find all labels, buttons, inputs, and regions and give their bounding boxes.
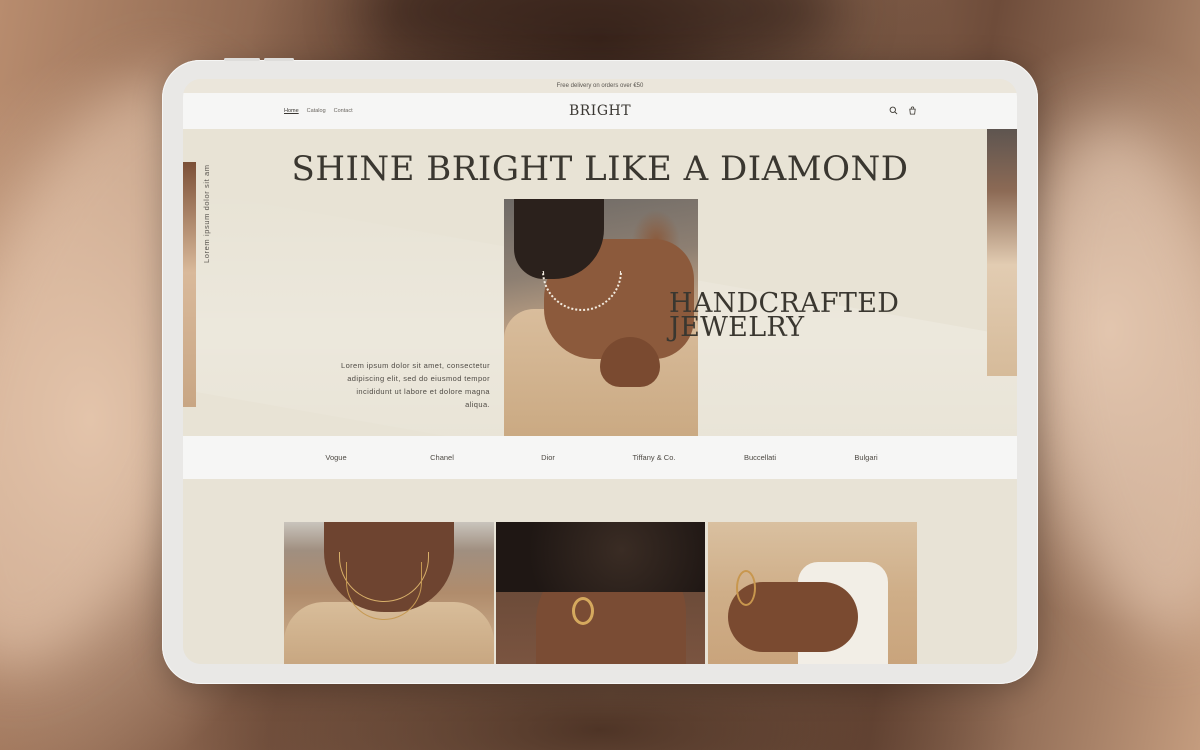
brand-strip: Vogue Chanel Dior Tiffany & Co. Buccella… xyxy=(183,436,1017,479)
announcement-bar: Free delivery on orders over €50 xyxy=(183,79,1017,93)
brand-tiffany[interactable]: Tiffany & Co. xyxy=(633,436,676,479)
gallery-image-rings[interactable] xyxy=(708,522,917,664)
cart-icon[interactable] xyxy=(908,106,917,115)
brand-vogue[interactable]: Vogue xyxy=(325,436,346,479)
gallery-image-necklaces[interactable] xyxy=(284,522,494,664)
product-gallery xyxy=(183,479,1017,664)
brand-chanel[interactable]: Chanel xyxy=(430,436,454,479)
brand-buccellati[interactable]: Buccellati xyxy=(744,436,776,479)
hero-left-photo xyxy=(183,162,196,407)
gallery-image-earrings[interactable] xyxy=(496,522,705,664)
search-icon[interactable] xyxy=(889,106,898,115)
tablet-button xyxy=(264,58,294,61)
brand-bulgari[interactable]: Bulgari xyxy=(854,436,877,479)
site-header: Home Catalog Contact BRIGHT xyxy=(183,93,1017,129)
tablet-button xyxy=(224,58,260,61)
header-actions xyxy=(889,106,917,115)
website-screen: Free delivery on orders over €50 Home Ca… xyxy=(183,79,1017,664)
hero-title: SHINE BRIGHT LIKE A DIAMOND xyxy=(291,149,909,189)
hero-section: Lorem ipsum dolor sit am SHINE BRIGHT LI… xyxy=(183,129,1017,436)
hero-subheading-line2: JEWELRY xyxy=(669,312,805,343)
hero-subheading: HANDCRAFTED JEWELRY xyxy=(669,290,899,343)
tablet-device: Free delivery on orders over €50 Home Ca… xyxy=(162,58,1038,684)
brand-dior[interactable]: Dior xyxy=(541,436,555,479)
hero-description: Lorem ipsum dolor sit amet, consectetur … xyxy=(341,361,490,409)
